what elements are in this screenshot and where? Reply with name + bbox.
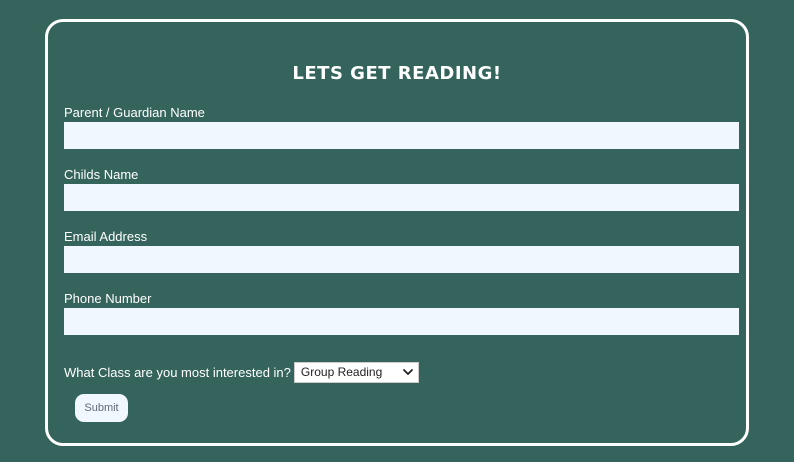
parent-guardian-name-input[interactable] bbox=[64, 122, 739, 149]
email-address-input[interactable] bbox=[64, 246, 739, 273]
class-interest-label: What Class are you most interested in? bbox=[64, 364, 291, 380]
childs-name-label: Childs Name bbox=[64, 167, 139, 182]
class-interest-selected-value: Group Reading bbox=[300, 365, 383, 379]
phone-number-input[interactable] bbox=[64, 308, 739, 335]
submit-button[interactable]: Submit bbox=[75, 394, 128, 422]
class-interest-select[interactable]: Group Reading bbox=[293, 361, 419, 383]
childs-name-input[interactable] bbox=[64, 184, 739, 211]
form-title: LETS GET READING! bbox=[292, 63, 502, 84]
phone-number-label: Phone Number bbox=[64, 291, 152, 306]
signup-form-card: LETS GET READING! Parent / Guardian Name… bbox=[45, 19, 749, 446]
parent-guardian-name-label: Parent / Guardian Name bbox=[64, 105, 205, 120]
email-address-label: Email Address bbox=[64, 229, 148, 244]
chevron-down-icon bbox=[402, 366, 414, 378]
class-interest-row: What Class are you most interested in? G… bbox=[64, 361, 419, 383]
